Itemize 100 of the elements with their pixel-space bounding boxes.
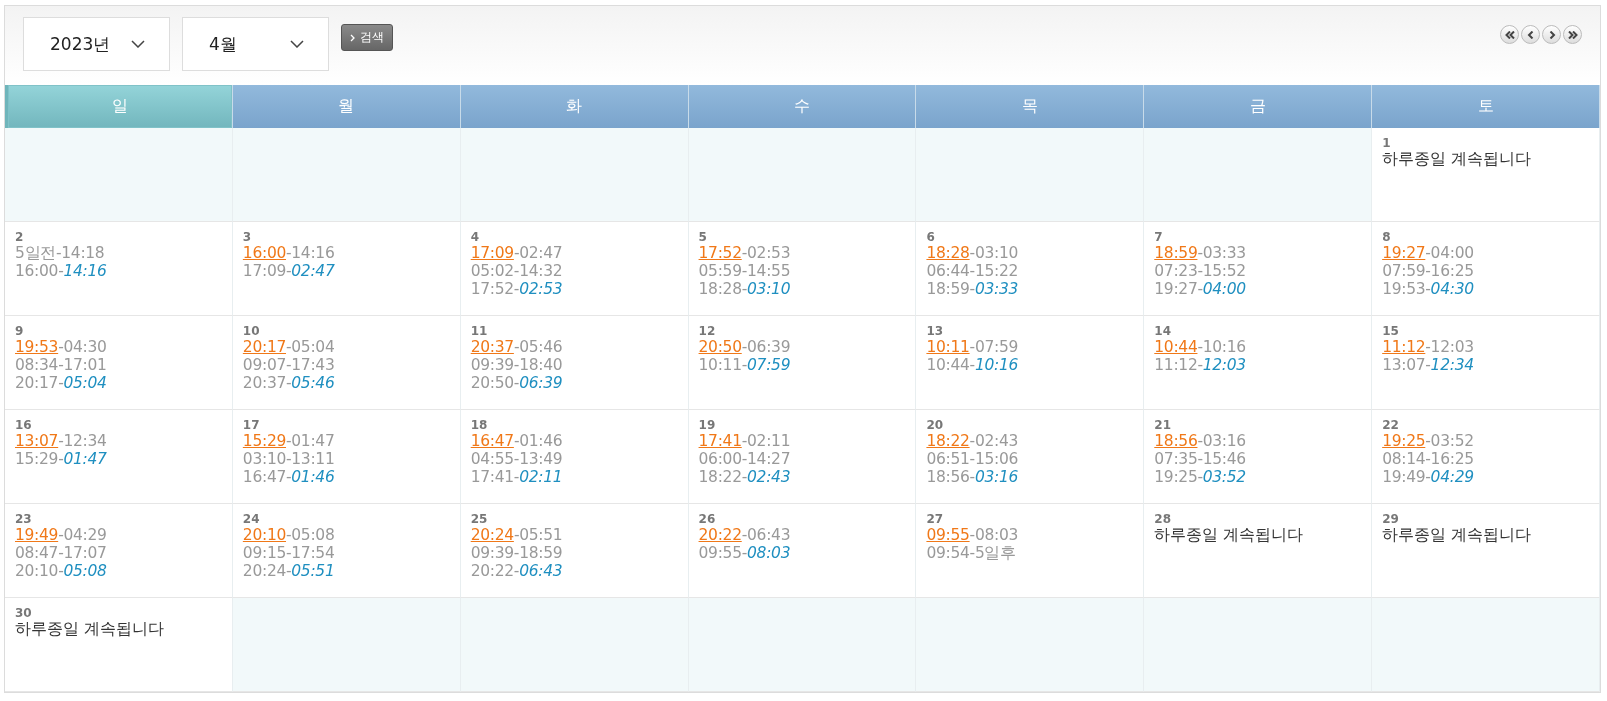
weekday-header: 수 (688, 85, 917, 128)
time-range: 17:41-02:11 (698, 432, 791, 450)
day-number: 28 (1154, 513, 1171, 526)
day-number: 29 (1382, 513, 1399, 526)
time-range: 20:22-06:43 (698, 526, 791, 544)
time-range: 09:55-08:03 (926, 526, 1019, 544)
day-number: 24 (242, 513, 260, 526)
time-range: 08:34-17:01 (15, 356, 107, 374)
time-range: 05:59-14:55 (698, 262, 791, 280)
time-range: 09:15-17:54 (242, 544, 335, 562)
time-range: 09:55-08:03 (698, 544, 791, 562)
month-select[interactable]: 4월 (182, 17, 329, 71)
time-range: 19:27-04:00 (1382, 244, 1474, 262)
search-button[interactable]: 검색 (341, 24, 393, 51)
time-range: 15:29-01:47 (15, 450, 107, 468)
time-range: 03:10-13:11 (242, 450, 335, 468)
time-range: 15:29-01:47 (242, 432, 335, 450)
time-range: 20:22-06:43 (470, 562, 563, 580)
time-range: 06:51-15:06 (926, 450, 1019, 468)
day-number: 5 (698, 231, 707, 244)
time-range: 10:44-10:16 (1154, 338, 1246, 356)
time-range: 19:49-04:29 (1382, 468, 1474, 486)
day-number: 25 (470, 513, 488, 526)
weekday-header: 목 (916, 85, 1145, 128)
time-range: 18:56-03:16 (1154, 432, 1246, 450)
time-range: 20:17-05:04 (242, 338, 335, 356)
all-day-note: 하루종일 계속됩니다 (15, 620, 164, 638)
day-number: 15 (1382, 325, 1399, 338)
time-range: 04:55-13:49 (470, 450, 563, 468)
time-range: 09:39-18:59 (470, 544, 563, 562)
time-range: 16:00-14:16 (15, 262, 107, 280)
time-range: 10:11-07:59 (926, 338, 1019, 356)
time-range: 20:10-05:08 (15, 562, 107, 580)
time-range: 09:39-18:40 (470, 356, 563, 374)
time-range: 16:00-14:16 (242, 244, 335, 262)
weekday-header: 월 (232, 85, 461, 128)
time-range: 18:28-03:10 (926, 244, 1019, 262)
day-number: 17 (242, 419, 260, 432)
day-number: 1 (1382, 137, 1391, 150)
time-range: 19:25-03:52 (1382, 432, 1474, 450)
time-range: 20:37-05:46 (242, 374, 335, 392)
time-range: 09:07-17:43 (242, 356, 335, 374)
year-select[interactable]: 2023년 (23, 17, 170, 71)
day-number: 23 (15, 513, 32, 526)
day-number: 4 (470, 231, 480, 244)
time-range: 17:41-02:11 (470, 468, 563, 486)
day-number: 21 (1154, 419, 1171, 432)
time-range: 06:44-15:22 (926, 262, 1019, 280)
day-number: 7 (1154, 231, 1163, 244)
day-number: 13 (926, 325, 944, 338)
day-number: 11 (470, 325, 488, 338)
time-range: 17:09-02:47 (242, 262, 335, 280)
time-range: 07:23-15:52 (1154, 262, 1246, 280)
time-range: 20:24-05:51 (470, 526, 563, 544)
day-number: 8 (1382, 231, 1391, 244)
day-number: 20 (926, 419, 944, 432)
time-range: 09:54-5일후 (926, 544, 1016, 562)
time-range: 07:35-15:46 (1154, 450, 1246, 468)
day-number: 18 (470, 419, 488, 432)
day-number: 2 (15, 231, 24, 244)
time-range: 08:47-17:07 (15, 544, 107, 562)
time-range: 18:59-03:33 (926, 280, 1019, 298)
time-range: 20:17-05:04 (15, 374, 107, 392)
weekday-header: 화 (460, 85, 689, 128)
time-range: 19:53-04:30 (1382, 280, 1474, 298)
time-range: 20:10-05:08 (242, 526, 335, 544)
time-range: 16:47-01:46 (470, 432, 563, 450)
time-range: 19:25-03:52 (1154, 468, 1246, 486)
time-range: 07:59-16:25 (1382, 262, 1474, 280)
time-range: 20:24-05:51 (242, 562, 335, 580)
all-day-note: 하루종일 계속됩니다 (1154, 526, 1304, 544)
day-number: 6 (926, 231, 935, 244)
time-range: 08:14-16:25 (1382, 450, 1474, 468)
time-range: 13:07-12:34 (15, 432, 107, 450)
time-range: 17:09-02:47 (470, 244, 563, 262)
time-range: 06:00-14:27 (698, 450, 791, 468)
day-number: 14 (1154, 325, 1171, 338)
day-number: 3 (242, 231, 252, 244)
day-number: 22 (1382, 419, 1399, 432)
time-range: 05:02-14:32 (470, 262, 563, 280)
all-day-note: 하루종일 계속됩니다 (1382, 526, 1532, 544)
weekday-header: 일 (5, 85, 233, 128)
time-range: 19:53-04:30 (15, 338, 107, 356)
day-number: 30 (15, 607, 32, 620)
time-range: 10:11-07:59 (698, 356, 791, 374)
all-day-note: 하루종일 계속됩니다 (1382, 150, 1532, 168)
time-range: 20:50-06:39 (470, 374, 563, 392)
time-range: 17:52-02:53 (698, 244, 791, 262)
day-number: 9 (15, 325, 24, 338)
day-number: 26 (698, 513, 716, 526)
time-range: 11:12-12:03 (1382, 338, 1474, 356)
time-range: 20:50-06:39 (698, 338, 791, 356)
time-range: 18:56-03:16 (926, 468, 1019, 486)
time-range: 16:47-01:46 (242, 468, 335, 486)
time-range: 19:27-04:00 (1154, 280, 1246, 298)
time-range: 5일전-14:18 (15, 244, 105, 262)
weekday-header: 토 (1372, 85, 1600, 128)
time-range: 17:52-02:53 (470, 280, 563, 298)
time-range: 18:59-03:33 (1154, 244, 1246, 262)
day-number: 12 (698, 325, 716, 338)
